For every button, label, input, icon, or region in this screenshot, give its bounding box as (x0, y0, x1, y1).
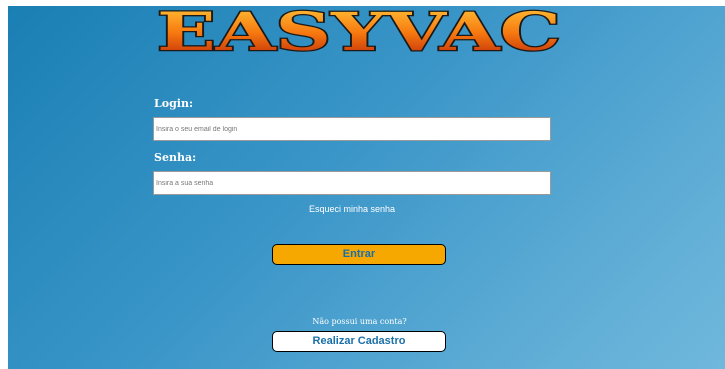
no-account-text: Não possui uma conta? (312, 317, 407, 326)
forgot-password-link[interactable]: Esqueci minha senha (153, 204, 551, 214)
login-email-input[interactable] (153, 117, 551, 141)
logo-text: EASYVAC (157, 6, 561, 62)
login-button[interactable]: Entrar (272, 244, 446, 265)
signup-button[interactable]: Realizar Cadastro (272, 331, 446, 352)
login-page: EASYVAC Login: Senha: Esqueci minha senh… (8, 6, 725, 369)
password-label: Senha: (154, 151, 197, 164)
login-label: Login: (154, 97, 193, 110)
password-input[interactable] (153, 171, 551, 195)
easyvac-logo: EASYVAC (150, 6, 568, 62)
